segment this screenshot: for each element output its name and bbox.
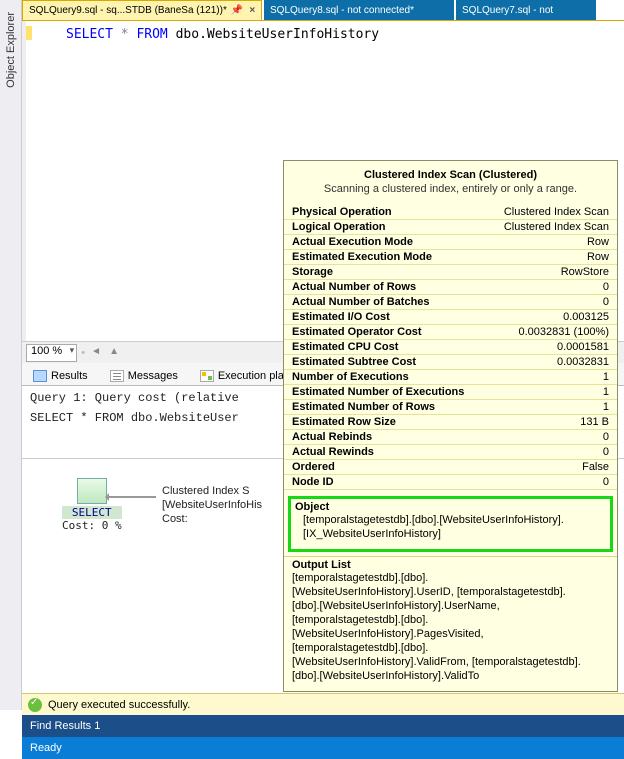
code-line-1: SELECT * FROM dbo.WebsiteUserInfoHistory [66,27,379,42]
tooltip-property-row: Estimated CPU Cost0.0001581 [284,340,617,355]
plan-node-clustered-index-scan[interactable]: Clustered Index S [WebsiteUserInfoHis Co… [162,484,262,526]
tab-results[interactable]: Results [26,367,95,385]
tooltip-property-row: Actual Rewinds0 [284,445,617,460]
tooltip-property-row: Estimated I/O Cost0.003125 [284,310,617,325]
tooltip-property-row: Estimated Operator Cost0.0032831 (100%) [284,325,617,340]
pin-icon[interactable]: 📌 [231,5,243,16]
tooltip-property-row: Estimated Number of Executions1 [284,385,617,400]
tab-sqlquery7[interactable]: SQLQuery7.sql - not [456,0,596,20]
nav-up-icon[interactable]: ▲ [107,346,121,360]
success-icon [28,698,42,712]
separator: • [81,347,85,359]
nav-left-icon[interactable]: ◄ [89,346,103,360]
tooltip-object-box: Object [temporalstagetestdb].[dbo].[Webs… [288,496,613,552]
plan-arrow [106,496,156,498]
tooltip-property-row: Actual Execution ModeRow [284,235,617,250]
tooltip-property-row: Estimated Execution ModeRow [284,250,617,265]
close-icon[interactable]: × [249,5,255,16]
object-explorer-sidebar[interactable]: Object Explorer [0,0,22,710]
tooltip-property-row: Estimated Row Size131 B [284,415,617,430]
tooltip-output-list: [temporalstagetestdb].[dbo].[WebsiteUser… [284,571,617,687]
query-status-bar: Query executed successfully. [22,693,624,715]
modified-line-marker [26,26,32,40]
find-results-bar[interactable]: Find Results 1 [22,715,624,737]
document-tab-bar: SQLQuery9.sql - sq...STDB (BaneSa (121))… [22,0,624,21]
tooltip-property-row: Estimated Subtree Cost0.0032831 [284,355,617,370]
editor-gutter [26,21,50,341]
object-explorer-label: Object Explorer [5,6,17,94]
tooltip-subtitle: Scanning a clustered index, entirely or … [284,183,617,205]
tooltip-property-row: Number of Executions1 [284,370,617,385]
tab-sqlquery8[interactable]: SQLQuery8.sql - not connected* [264,0,454,20]
tooltip-property-row: Estimated Number of Rows1 [284,400,617,415]
tooltip-property-row: Logical OperationClustered Index Scan [284,220,617,235]
zoom-combo[interactable]: 100 % [26,344,77,362]
execution-plan-icon [200,370,214,382]
ready-status-bar: Ready [22,737,624,759]
operator-tooltip: Clustered Index Scan (Clustered) Scannin… [283,160,618,692]
tooltip-output-header: Output List [284,556,617,571]
messages-icon [110,370,124,382]
tooltip-property-row: Actual Rebinds0 [284,430,617,445]
tab-execution-plan[interactable]: Execution plan [193,367,297,385]
plan-node-select[interactable]: SELECT Cost: 0 % [62,478,122,532]
tooltip-property-row: Actual Number of Batches0 [284,295,617,310]
tooltip-property-row: Physical OperationClustered Index Scan [284,205,617,220]
tooltip-title: Clustered Index Scan (Clustered) [284,161,617,183]
grid-icon [33,370,47,382]
tab-sqlquery9[interactable]: SQLQuery9.sql - sq...STDB (BaneSa (121))… [22,0,262,20]
tab-messages[interactable]: Messages [103,367,185,385]
tooltip-property-row: Node ID0 [284,475,617,490]
status-text: Query executed successfully. [48,699,190,711]
tooltip-property-row: Actual Number of Rows0 [284,280,617,295]
tooltip-property-row: StorageRowStore [284,265,617,280]
tooltip-property-row: OrderedFalse [284,460,617,475]
